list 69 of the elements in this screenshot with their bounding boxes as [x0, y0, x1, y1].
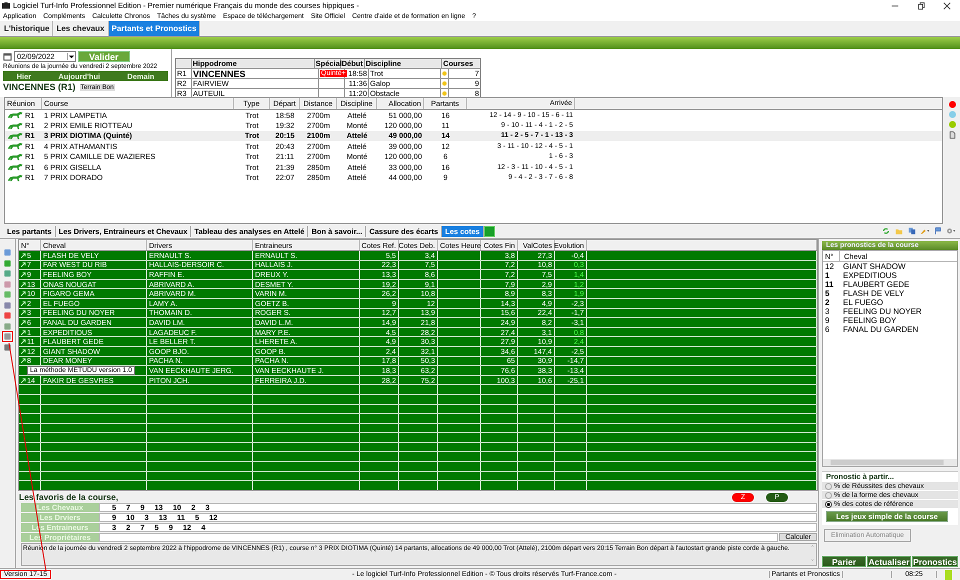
dropdown-arrow-icon[interactable]	[67, 53, 75, 60]
horse-icon	[7, 163, 24, 172]
document-icon[interactable]	[948, 131, 956, 139]
horse-icon	[7, 122, 24, 130]
table-cell-text: 12	[824, 262, 835, 271]
tool-icon[interactable]	[3, 258, 12, 268]
close-icon[interactable]	[943, 2, 951, 10]
horse-icon	[7, 111, 24, 120]
radio-button[interactable]	[825, 482, 832, 490]
radio-button[interactable]	[825, 500, 832, 508]
horse-icon	[7, 142, 24, 150]
action-button[interactable]: Pronostics	[912, 556, 958, 567]
table-cell-text: EL FUEGO	[842, 298, 884, 307]
status-indicator	[945, 570, 952, 580]
tab[interactable]: L'historique	[1, 21, 54, 36]
table-cell-text: EXPEDITIOUS	[842, 271, 898, 280]
table-cell-text: 1	[824, 271, 830, 280]
action-button[interactable]: Actualiser	[867, 556, 912, 567]
trend-icon	[21, 310, 26, 316]
table-cell-text: 6	[824, 325, 830, 334]
trend-icon	[21, 348, 26, 354]
trend-icon	[21, 282, 26, 287]
horse-icon	[7, 152, 24, 161]
table-cell-text: 5	[824, 289, 830, 298]
trend-icon	[21, 330, 26, 335]
horizontal-scrollbar[interactable]	[823, 459, 957, 466]
table-cell-text: 11	[824, 280, 834, 289]
calendar-icon[interactable]	[3, 52, 12, 61]
refresh-icon[interactable]	[881, 227, 891, 235]
trend-icon	[21, 272, 26, 277]
meeting-name: VINCENNES (R1)	[3, 82, 76, 92]
table-cell[interactable]: VINCENNES	[192, 69, 319, 78]
gear-icon[interactable]	[946, 227, 956, 235]
tool-icon[interactable]	[3, 300, 12, 310]
horse-icon	[7, 132, 24, 140]
radio-button[interactable]	[825, 492, 832, 498]
table-cell-text: FEELING BOY	[842, 316, 898, 325]
tool-icon[interactable]	[3, 269, 12, 278]
trend-icon	[21, 300, 26, 306]
trend-icon	[21, 339, 26, 344]
table-cell-text: FLASH DE VELY	[842, 289, 906, 298]
tool-icon[interactable]	[3, 248, 12, 257]
horse-icon	[7, 174, 24, 182]
table-cell-text: GIANT SHADOW	[842, 262, 907, 271]
trend-icon	[21, 262, 26, 268]
table-cell-text: FEELING DU NOYER	[842, 307, 923, 316]
favorites-title: Les favoris de la course,	[19, 492, 118, 502]
table-cell-text: FANAL DU GARDEN	[842, 325, 920, 334]
restore-icon[interactable]	[917, 2, 925, 10]
action-button[interactable]: Parier	[822, 556, 866, 567]
status-square	[484, 226, 495, 236]
tab[interactable]: Partants et Pronostics	[108, 21, 200, 36]
trend-icon	[21, 252, 26, 258]
table-cell-text: 9	[824, 316, 830, 325]
trend-icon	[21, 358, 26, 364]
scrollbar-icon[interactable]	[809, 544, 816, 562]
tool-icon[interactable]	[3, 311, 12, 320]
trend-icon	[21, 291, 26, 296]
brush-icon[interactable]	[920, 227, 930, 235]
app-icon	[2, 2, 10, 9]
tool-icon[interactable]	[3, 332, 12, 341]
table-cell-text: 3	[824, 307, 830, 316]
copy-icon[interactable]	[907, 227, 917, 235]
tool-icon[interactable]	[3, 322, 12, 330]
table-cell-text: 2	[824, 298, 830, 307]
trend-icon	[21, 378, 26, 383]
trend-icon	[21, 320, 26, 325]
table-cell-text: FLAUBERT GEDE	[842, 280, 910, 289]
flag-icon[interactable]	[933, 227, 943, 235]
